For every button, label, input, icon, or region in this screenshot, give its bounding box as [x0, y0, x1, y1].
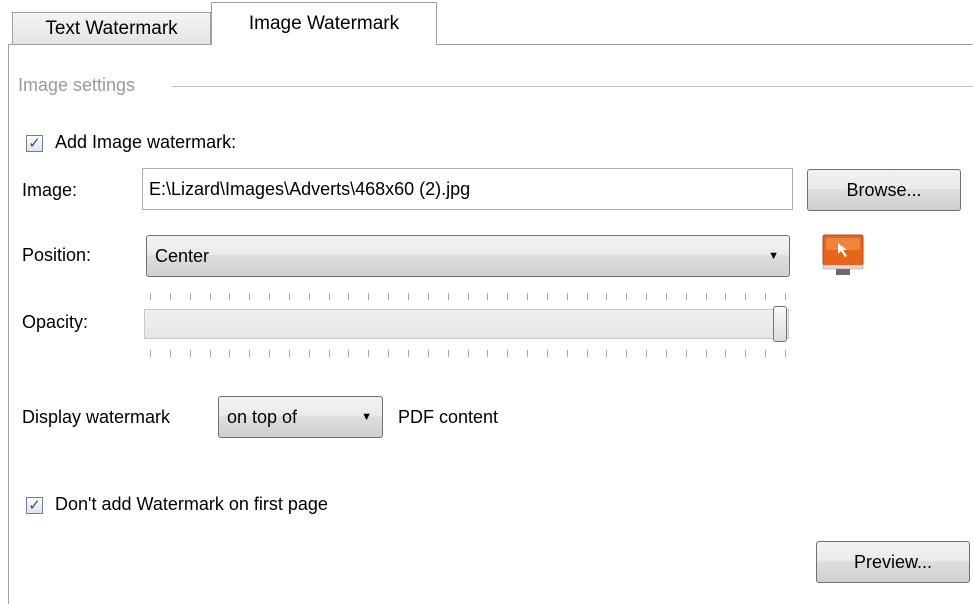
- opacity-tick: [447, 293, 449, 300]
- opacity-tick: [328, 350, 330, 357]
- display-watermark-label: Display watermark: [22, 407, 171, 427]
- opacity-tick: [685, 293, 687, 300]
- image-path-input[interactable]: E:\Lizard\Images\Adverts\468x60 (2).jpg: [142, 168, 793, 210]
- opacity-tick: [665, 350, 667, 357]
- opacity-tick: [308, 293, 310, 300]
- opacity-tick: [269, 350, 271, 357]
- opacity-tick: [566, 350, 568, 357]
- pdf-content-label: PDF content: [398, 407, 499, 427]
- opacity-tick: [169, 293, 171, 300]
- add-image-watermark-label: Add Image watermark:: [55, 132, 237, 152]
- checkmark-icon: ✓: [28, 135, 41, 152]
- opacity-tick: [546, 293, 548, 300]
- opacity-tick: [626, 293, 628, 300]
- opacity-tick: [288, 293, 290, 300]
- opacity-ticks-bottom: [150, 350, 786, 358]
- opacity-tick: [348, 350, 350, 357]
- chevron-down-icon: ▼: [361, 411, 372, 423]
- opacity-slider[interactable]: [144, 309, 789, 339]
- opacity-tick: [388, 293, 390, 300]
- opacity-tick: [249, 293, 251, 300]
- chevron-down-icon: ▼: [768, 250, 779, 262]
- panel-border: [8, 44, 9, 604]
- opacity-tick: [427, 350, 429, 357]
- opacity-tick: [527, 350, 529, 357]
- opacity-tick: [229, 293, 231, 300]
- opacity-tick: [785, 293, 786, 300]
- opacity-tick: [229, 350, 231, 357]
- opacity-tick: [725, 293, 727, 300]
- opacity-slider-thumb[interactable]: [773, 306, 787, 342]
- opacity-tick: [169, 350, 171, 357]
- monitor-arrow-icon[interactable]: [820, 232, 866, 278]
- opacity-tick: [546, 350, 548, 357]
- opacity-tick: [785, 350, 786, 357]
- tab-image-watermark[interactable]: Image Watermark: [211, 2, 437, 45]
- opacity-tick: [606, 350, 608, 357]
- opacity-tick: [527, 293, 529, 300]
- opacity-tick: [487, 293, 489, 300]
- opacity-tick: [665, 293, 667, 300]
- opacity-tick: [308, 350, 310, 357]
- opacity-tick: [249, 350, 251, 357]
- skip-first-page-checkbox[interactable]: ✓: [26, 497, 43, 514]
- group-title: Image settings: [18, 75, 136, 95]
- browse-button[interactable]: Browse...: [807, 169, 961, 211]
- tab-divider: [8, 44, 973, 45]
- opacity-tick: [150, 350, 151, 357]
- opacity-tick: [586, 293, 588, 300]
- display-mode-value: on top of: [227, 406, 298, 427]
- opacity-tick: [269, 293, 271, 300]
- position-select[interactable]: Center ▼: [146, 235, 790, 277]
- opacity-tick: [745, 350, 747, 357]
- display-mode-select[interactable]: on top of ▼: [218, 396, 383, 438]
- opacity-tick: [646, 293, 648, 300]
- opacity-tick: [150, 293, 151, 300]
- preview-button[interactable]: Preview...: [816, 541, 970, 583]
- opacity-tick: [407, 293, 409, 300]
- opacity-tick: [209, 293, 211, 300]
- opacity-tick: [447, 350, 449, 357]
- opacity-label: Opacity:: [22, 312, 89, 332]
- position-select-value: Center: [155, 245, 210, 266]
- skip-first-page-label: Don't add Watermark on first page: [55, 494, 328, 514]
- opacity-tick: [407, 350, 409, 357]
- checkmark-icon: ✓: [28, 497, 41, 514]
- opacity-tick: [507, 293, 509, 300]
- opacity-tick: [566, 293, 568, 300]
- opacity-tick: [368, 350, 370, 357]
- opacity-tick: [288, 350, 290, 357]
- tab-strip: Text Watermark Image Watermark: [0, 0, 973, 45]
- opacity-tick: [745, 293, 747, 300]
- opacity-tick: [487, 350, 489, 357]
- opacity-tick: [427, 293, 429, 300]
- opacity-tick: [189, 350, 191, 357]
- opacity-tick: [586, 350, 588, 357]
- image-label: Image:: [22, 180, 78, 200]
- opacity-tick: [606, 293, 608, 300]
- opacity-tick: [685, 350, 687, 357]
- opacity-tick: [368, 293, 370, 300]
- image-path-value: E:\Lizard\Images\Adverts\468x60 (2).jpg: [149, 178, 471, 199]
- opacity-tick: [725, 350, 727, 357]
- add-image-watermark-checkbox[interactable]: ✓: [26, 135, 43, 152]
- opacity-tick: [765, 350, 767, 357]
- opacity-tick: [765, 293, 767, 300]
- opacity-tick: [467, 293, 469, 300]
- opacity-tick: [626, 350, 628, 357]
- opacity-tick: [348, 293, 350, 300]
- opacity-tick: [646, 350, 648, 357]
- opacity-tick: [507, 350, 509, 357]
- opacity-tick: [705, 350, 707, 357]
- opacity-tick: [189, 293, 191, 300]
- opacity-ticks-top: [150, 293, 786, 301]
- opacity-tick: [705, 293, 707, 300]
- opacity-tick: [388, 350, 390, 357]
- position-label: Position:: [22, 245, 92, 265]
- opacity-tick: [209, 350, 211, 357]
- tab-text-watermark[interactable]: Text Watermark: [12, 12, 211, 45]
- opacity-tick: [328, 293, 330, 300]
- group-divider: [172, 86, 973, 87]
- opacity-tick: [467, 350, 469, 357]
